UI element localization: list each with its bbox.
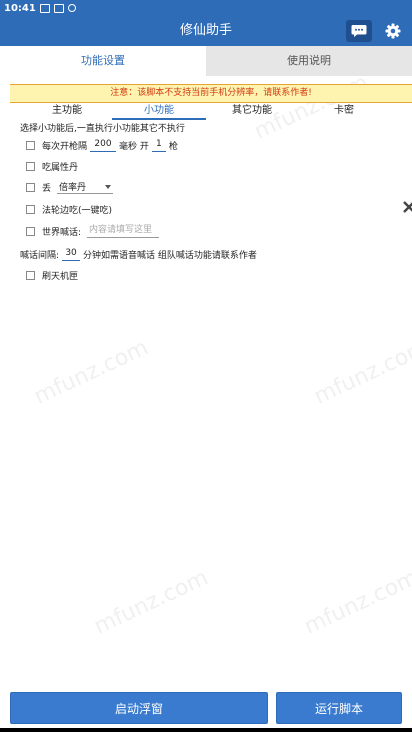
watermark: mfunz.com — [310, 335, 412, 410]
option-eat-pill: 吃属性丹 — [26, 158, 78, 174]
option-kill-gate: 法轮边吃(一键吃) — [26, 201, 112, 217]
record-icon — [67, 4, 76, 12]
refresh-label: 刷天机匣 — [42, 271, 79, 282]
eat-pill-checkbox[interactable] — [26, 161, 35, 171]
subtab-card-key[interactable]: 卡密 — [322, 104, 366, 120]
main-tabs: 功能设置 使用说明 — [0, 46, 412, 76]
shout-interval-input[interactable]: 30 — [62, 247, 81, 261]
status-bar: 10:41 — [0, 0, 412, 16]
shout-interval-row: 喊话间隔: 30 分钟如需语音喊话 组队喊话功能请联系作者 — [20, 246, 257, 262]
eat-pill-label: 吃属性丹 — [42, 162, 79, 173]
world-chat-checkbox[interactable] — [26, 226, 35, 236]
small-function-hint: 选择小功能后,一直执行小功能其它不执行 — [20, 124, 185, 134]
grab-count-input[interactable]: 1 — [151, 138, 166, 152]
world-chat-input[interactable]: 内容请填写这里 — [87, 224, 160, 238]
option-refresh: 刷天机匣 — [26, 267, 78, 283]
shout-interval-suffix: 分钟如需语音喊话 组队喊话功能请联系作者 — [83, 250, 257, 261]
floating-close-icon[interactable] — [402, 198, 412, 222]
watermark: mfunz.com — [300, 565, 412, 640]
image-icon — [53, 3, 64, 13]
kill-gate-checkbox[interactable] — [26, 204, 35, 214]
resolution-notice: 注意：该脚本不支持当前手机分辨率，请联系作者! — [10, 84, 412, 103]
grab-interval-input[interactable]: 200 — [90, 138, 117, 152]
gear-icon — [385, 23, 401, 39]
settings-button[interactable] — [380, 20, 406, 42]
watermark: mfunz.com — [90, 565, 213, 640]
world-chat-label: 世界喊话: — [42, 227, 82, 238]
grab-checkbox[interactable] — [26, 140, 35, 150]
chevron-down-icon — [105, 184, 112, 189]
navigation-bar — [0, 728, 412, 732]
app-bar: 修仙助手 — [0, 16, 412, 46]
grab-label: 每次开枪隔 — [42, 141, 88, 152]
kill-gate-label: 法轮边吃(一键吃) — [42, 205, 113, 216]
option-world-chat: 世界喊话: 内容请填写这里 — [26, 223, 160, 239]
notification-icon — [39, 3, 50, 13]
drop-item-select[interactable]: 倍率丹 — [57, 180, 114, 194]
chat-icon — [351, 25, 367, 37]
start-float-window-button[interactable]: 启动浮窗 — [10, 692, 268, 724]
run-script-button[interactable]: 运行脚本 — [276, 692, 402, 724]
chat-button[interactable] — [346, 20, 372, 42]
grab-suffix-label: 枪 — [168, 141, 178, 152]
drop-label: 丢 — [42, 183, 52, 194]
option-drop: 丢 倍率丹 — [26, 179, 114, 195]
grab-unit-label: 毫秒 开 — [119, 141, 149, 152]
refresh-checkbox[interactable] — [26, 270, 35, 280]
status-time: 10:41 — [4, 2, 36, 14]
subtab-main-function[interactable]: 主功能 — [40, 104, 94, 120]
subtab-other-function[interactable]: 其它功能 — [222, 104, 282, 120]
tab-function-settings[interactable]: 功能设置 — [0, 46, 206, 76]
drop-item-value: 倍率丹 — [59, 183, 87, 193]
drop-checkbox[interactable] — [26, 182, 35, 192]
watermark: mfunz.com — [30, 335, 153, 410]
option-grab-interval: 每次开枪隔 200 毫秒 开 1 枪 — [26, 137, 178, 153]
subtab-small-function[interactable]: 小功能 — [112, 104, 206, 120]
sub-tabs: 主功能 小功能 其它功能 卡密 — [0, 104, 412, 120]
tab-usage-instructions[interactable]: 使用说明 — [206, 46, 412, 76]
shout-interval-label: 喊话间隔: — [20, 250, 60, 261]
